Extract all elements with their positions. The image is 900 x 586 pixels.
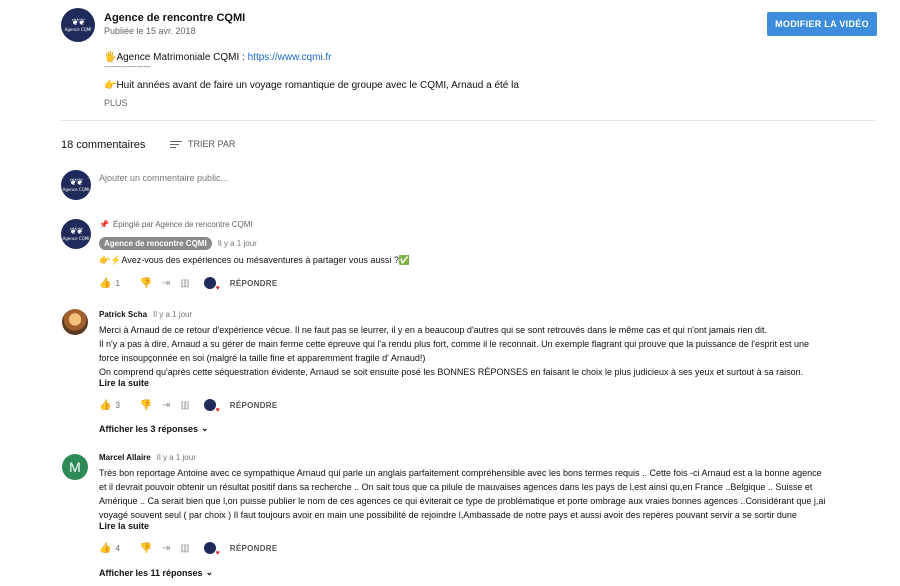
show-more-button[interactable]: PLUS	[104, 98, 128, 108]
sort-button[interactable]: TRIER PAR	[170, 139, 235, 149]
show-replies-button[interactable]: Afficher les 11 réponses ⌄	[99, 567, 213, 578]
comment-count: 18 commentaires	[61, 139, 146, 151]
chevron-down-icon: ⌄	[201, 423, 209, 433]
logo-text: Agence CQMI	[62, 187, 90, 192]
comment-author-badge[interactable]: Agence de rencontre CQMI	[99, 237, 212, 250]
chevron-down-icon: ⌄	[205, 567, 214, 577]
comment-time[interactable]: Il y a 1 jour	[218, 239, 257, 248]
comment-author[interactable]: Marcel Allaire	[99, 453, 151, 462]
description-prefix: 🖐Agence Matrimoniale CQMI :	[104, 52, 248, 63]
channel-avatar[interactable]: ❦❦ Agence CQMI	[61, 8, 95, 42]
comment-avatar[interactable]: ❦❦ Agence CQMI	[61, 219, 91, 249]
comment-text: Merci à Arnaud de ce retour d'expérience…	[99, 323, 879, 379]
tip-icon[interactable]: ⇥	[162, 400, 170, 411]
comment-author[interactable]: Patrick Scha	[99, 310, 147, 319]
description-line-2: --------------------	[104, 64, 151, 71]
dislike-icon[interactable]: 👎	[139, 278, 151, 289]
comment-line: et il devrait pouvoir obtenir un résulta…	[99, 482, 813, 492]
reply-button[interactable]: RÉPONDRE	[230, 401, 278, 410]
pinned-text: Épinglé par Agence de rencontre CQMI	[112, 220, 253, 229]
logo-wings-icon: ❦❦	[71, 17, 85, 27]
like-count: 4	[115, 543, 120, 553]
add-comment-input[interactable]: Ajouter un commentaire public...	[99, 173, 876, 187]
comment-time[interactable]: Il y a 1 jour	[157, 453, 196, 462]
like-icon[interactable]: 👍	[99, 400, 111, 411]
show-replies-label: Afficher les 11 réponses	[99, 567, 203, 578]
description-line-1: 🖐Agence Matrimoniale CQMI : https://www.…	[104, 52, 332, 63]
creator-heart-icon[interactable]	[203, 277, 220, 292]
comment-avatar[interactable]: M	[62, 454, 88, 480]
stats-icon[interactable]: ▥	[180, 278, 189, 289]
description-link[interactable]: https://www.cqmi.fr	[248, 52, 332, 63]
tip-icon[interactable]: ⇥	[162, 278, 170, 289]
reply-button[interactable]: RÉPONDRE	[230, 544, 278, 553]
creator-heart-icon[interactable]	[203, 542, 220, 557]
reply-button[interactable]: RÉPONDRE	[230, 279, 278, 288]
logo-wings-icon: ❦❦	[69, 177, 83, 187]
comment-line: voyagé souvent seul ( par choix ) Il fau…	[99, 510, 797, 520]
stats-icon[interactable]: ▥	[180, 543, 189, 554]
dislike-icon[interactable]: 👎	[139, 543, 151, 554]
logo-text: Agence CQMI	[62, 236, 90, 241]
logo-wings-icon: ❦❦	[69, 226, 83, 236]
read-more-link[interactable]: Lire la suite	[99, 378, 149, 388]
like-icon[interactable]: 👍	[99, 278, 111, 289]
like-icon[interactable]: 👍	[99, 543, 111, 554]
like-count: 1	[115, 278, 120, 288]
comment-line: On comprend qu'après cette séquestration…	[99, 367, 804, 377]
show-replies-label: Afficher les 3 réponses	[99, 423, 199, 434]
comment-actions: 👍 4 👎 ⇥ ▥ RÉPONDRE	[99, 542, 278, 557]
comment-actions: 👍 3 👎 ⇥ ▥ RÉPONDRE	[99, 399, 278, 414]
comment-time[interactable]: Il y a 1 jour	[153, 310, 192, 319]
section-divider	[61, 120, 876, 121]
comment-line: Très bon reportage Antoine avec ce sympa…	[99, 468, 822, 478]
edit-video-button[interactable]: MODIFIER LA VIDÉO	[767, 12, 877, 36]
user-avatar: ❦❦ Agence CQMI	[61, 170, 91, 200]
comment-text: Très bon reportage Antoine avec ce sympa…	[99, 466, 889, 522]
tip-icon[interactable]: ⇥	[162, 543, 170, 554]
comment-header: Patrick Scha Il y a 1 jour	[99, 310, 192, 319]
comment-actions: 👍 1 👎 ⇥ ▥ RÉPONDRE	[99, 277, 278, 292]
publish-date: Publiée le 15 avr. 2018	[104, 26, 196, 36]
comment-line: Il n'y a pas à dire, Arnaud a su gérer d…	[99, 339, 810, 349]
comment-header: Agence de rencontre CQMI Il y a 1 jour	[99, 237, 257, 250]
comment-line: Amérique .. Ca serait bien que l,on puis…	[99, 496, 826, 506]
logo-text: Agence CQMI	[64, 27, 92, 32]
description-line-3: 👉Huit années avant de faire un voyage ro…	[104, 80, 519, 91]
sort-icon	[170, 140, 182, 148]
channel-name[interactable]: Agence de rencontre CQMI	[104, 12, 245, 24]
comment-line: Merci à Arnaud de ce retour d'expérience…	[99, 325, 768, 335]
comment-text: 👉⚡Avez-vous des expériences ou mésaventu…	[99, 255, 411, 265]
pin-icon: 📌	[99, 220, 109, 229]
pinned-label: 📌 Épinglé par Agence de rencontre CQMI	[99, 220, 253, 229]
comment-header: Marcel Allaire Il y a 1 jour	[99, 453, 196, 462]
comment-line: force insoupçonnée en soi (malgré la tai…	[99, 353, 426, 363]
stats-icon[interactable]: ▥	[180, 400, 189, 411]
dislike-icon[interactable]: 👎	[139, 400, 151, 411]
avatar-letter: M	[69, 459, 81, 475]
read-more-link[interactable]: Lire la suite	[99, 521, 149, 531]
sort-label: TRIER PAR	[188, 139, 236, 149]
like-count: 3	[115, 400, 120, 410]
show-replies-button[interactable]: Afficher les 3 réponses ⌄	[99, 423, 209, 434]
comment-avatar[interactable]	[62, 309, 88, 335]
creator-heart-icon[interactable]	[203, 399, 220, 414]
